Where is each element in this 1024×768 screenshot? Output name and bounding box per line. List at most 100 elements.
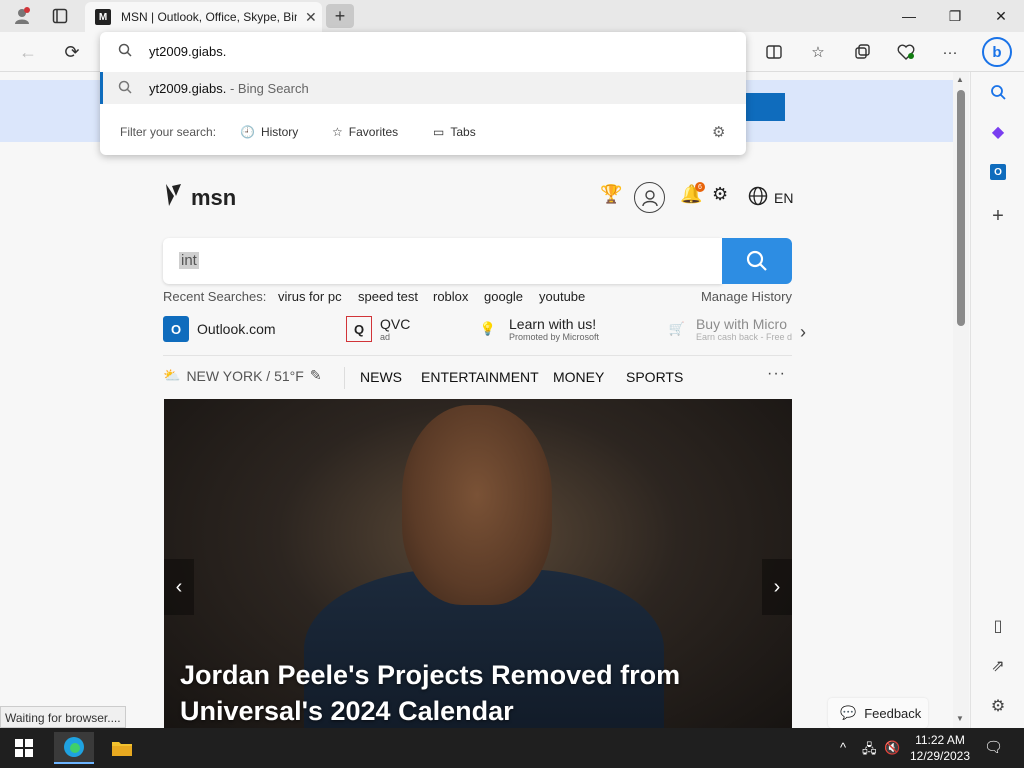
open-external-icon[interactable]: ⇗ (984, 652, 1012, 680)
feedback-button[interactable]: 💬 Feedback (828, 698, 928, 728)
nav-sports[interactable]: SPORTS (626, 369, 683, 385)
notification-center-icon[interactable]: 🗨 (984, 738, 1003, 756)
more-menu-icon[interactable]: ··· (936, 38, 964, 66)
chevron-up-icon[interactable]: ^ (840, 740, 846, 755)
settings-gear-icon[interactable]: ⚙ (712, 123, 725, 141)
partly-sunny-icon: ⛅ (163, 367, 181, 383)
msn-logo-text: msn (191, 185, 237, 210)
hide-sidebar-icon[interactable]: ▯ (984, 612, 1012, 640)
feedback-icon: 💬 (840, 705, 857, 720)
qvc-icon: Q (346, 316, 372, 342)
filter-history[interactable]: 🕘 History (240, 125, 298, 139)
tab-title: MSN | Outlook, Office, Skype, Bing (121, 10, 297, 24)
msn-butterfly-icon (163, 182, 185, 214)
refresh-button[interactable]: ⟳ (58, 38, 86, 66)
filter-tabs[interactable]: ▭ Tabs (433, 125, 476, 139)
hero-image-face (402, 405, 552, 605)
filter-favorites[interactable]: ☆ Favorites (332, 125, 398, 139)
nav-entertainment[interactable]: ENTERTAINMENT (421, 369, 539, 385)
add-icon[interactable]: + (984, 202, 1012, 230)
nav-money[interactable]: MONEY (553, 369, 604, 385)
tabs-icon: ▭ (433, 125, 445, 139)
address-input[interactable]: yt2009.giabs. (149, 44, 226, 59)
page-content: msn 🏆 🔔 6 ⚙ EN int Recent Searches: viru… (0, 72, 953, 728)
edit-icon[interactable]: ✎ (310, 367, 322, 384)
suggestion-item[interactable]: yt2009.giabs. - Bing Search (100, 72, 746, 104)
search-icon (746, 250, 767, 271)
start-icon[interactable] (4, 732, 44, 764)
collections-icon[interactable] (848, 38, 876, 66)
lightbulb-icon: 💡 (479, 321, 497, 336)
hero-headline[interactable]: Jordan Peele's Projects Removed from Uni… (180, 657, 740, 728)
search-icon (118, 80, 132, 97)
status-bar: Waiting for browser.... (0, 706, 126, 728)
address-dropdown: yt2009.giabs. yt2009.giabs. - Bing Searc… (100, 32, 746, 155)
close-tab-icon[interactable]: ✕ (305, 9, 317, 26)
nav-separator (344, 367, 345, 389)
recent-search-item[interactable]: speed test (358, 289, 418, 304)
nav-news[interactable]: NEWS (360, 369, 402, 385)
weather-widget[interactable]: ⛅ NEW YORK / 51°F ✎ (163, 367, 322, 384)
search-icon (118, 43, 132, 60)
recent-search-item[interactable]: roblox (433, 289, 468, 304)
msn-logo[interactable]: msn (163, 182, 236, 214)
language-selector[interactable]: EN (748, 186, 793, 209)
history-icon: 🕘 (240, 125, 255, 139)
new-tab-button[interactable]: + (326, 4, 354, 28)
windows-taskbar: ^ 🖧 🔇 11:22 AM 12/29/2023 🗨 (0, 728, 1024, 768)
minimize-button[interactable]: — (886, 0, 932, 32)
carousel-prev-icon[interactable]: ‹ (164, 559, 194, 615)
suggestion-suffix: - Bing Search (226, 80, 309, 96)
carousel-next-icon[interactable]: › (762, 559, 792, 615)
address-bar[interactable]: yt2009.giabs. (100, 32, 746, 70)
outlook-icon: O (163, 316, 189, 342)
globe-icon (748, 186, 768, 209)
close-window-button[interactable]: ✕ (978, 0, 1024, 32)
favorites-icon[interactable]: ☆ (804, 38, 832, 66)
shortcut-outlook[interactable]: O Outlook.com (163, 316, 276, 342)
manage-history-link[interactable]: Manage History (701, 289, 792, 304)
restore-button[interactable]: ❐ (932, 0, 978, 32)
taskbar-clock[interactable]: 11:22 AM 12/29/2023 (908, 732, 972, 764)
recent-search-item[interactable]: virus for pc (278, 289, 342, 304)
file-explorer-icon[interactable] (102, 732, 142, 764)
tab-actions-icon[interactable] (46, 4, 74, 28)
msn-search-input[interactable]: int (163, 238, 722, 284)
more-icon[interactable]: ··· (767, 365, 786, 383)
scroll-up-icon[interactable]: ▲ (956, 75, 964, 84)
shopping-cart-icon: 🛒 (668, 321, 686, 336)
shortcuts-next-icon[interactable]: › (800, 322, 806, 343)
sign-in-avatar[interactable] (634, 182, 665, 213)
page-scrollbar[interactable]: ▲ ▼ (953, 72, 969, 728)
back-button[interactable]: ← (14, 38, 42, 66)
suggestion-text: yt2009.giabs. (149, 80, 227, 96)
scroll-thumb[interactable] (957, 90, 965, 326)
filter-row: Filter your search: 🕘 History ☆ Favorites … (100, 116, 746, 148)
title-bar: M MSN | Outlook, Office, Skype, Bing ✕ +… (0, 0, 1024, 32)
settings-gear-icon[interactable]: ⚙ (712, 184, 728, 205)
rewards-trophy-icon[interactable]: 🏆 (600, 184, 622, 205)
shortcut-buy[interactable]: 🛒 Buy with Micro Earn cash back - Free d (666, 316, 792, 342)
split-screen-icon[interactable] (760, 38, 788, 66)
shortcut-qvc[interactable]: Q QVC ad (346, 316, 410, 342)
recent-search-item[interactable]: youtube (539, 289, 585, 304)
edge-taskbar-icon[interactable] (54, 732, 94, 764)
recent-search-item[interactable]: google (484, 289, 523, 304)
divider (163, 355, 792, 356)
browser-essentials-icon[interactable] (892, 38, 920, 66)
network-icon[interactable]: 🖧 (862, 740, 877, 762)
outlook-icon[interactable]: O (984, 158, 1012, 186)
search-icon[interactable] (984, 78, 1012, 106)
hero-carousel[interactable]: ‹ › Jordan Peele's Projects Removed from… (164, 399, 792, 728)
shortcut-learn[interactable]: 💡 Learn with us! Promoted by Microsoft (475, 316, 599, 342)
office-icon[interactable]: ◆ (984, 118, 1012, 146)
msn-search-button[interactable] (722, 238, 792, 284)
scroll-down-icon[interactable]: ▼ (956, 714, 964, 723)
volume-muted-icon[interactable]: 🔇 (884, 740, 900, 756)
notification-badge: 6 (695, 182, 705, 192)
profile-icon[interactable] (8, 4, 36, 28)
copilot-icon[interactable]: b (982, 37, 1012, 67)
filter-label: Filter your search: (120, 125, 217, 139)
browser-tab-msn[interactable]: M MSN | Outlook, Office, Skype, Bing ✕ (85, 2, 322, 32)
sidebar-settings-icon[interactable]: ⚙ (984, 692, 1012, 720)
